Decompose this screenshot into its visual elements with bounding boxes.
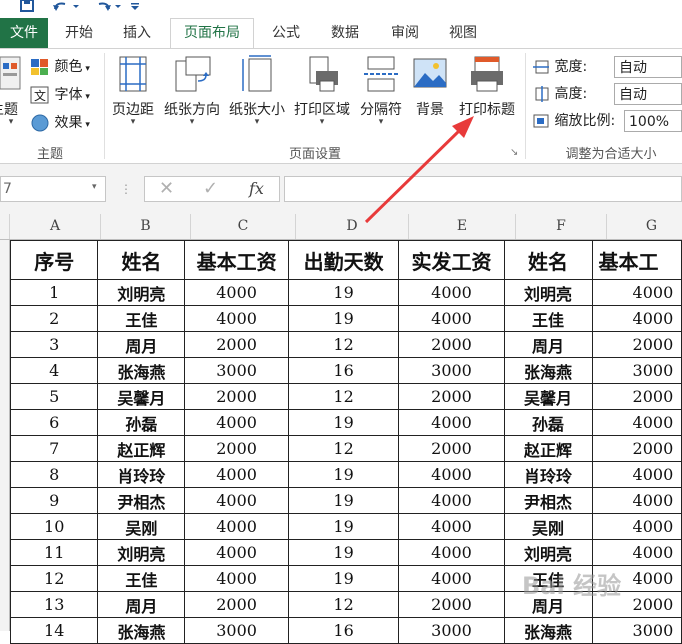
annotation-arrow [364,116,474,224]
watermark: Bai 经验 [522,572,622,600]
